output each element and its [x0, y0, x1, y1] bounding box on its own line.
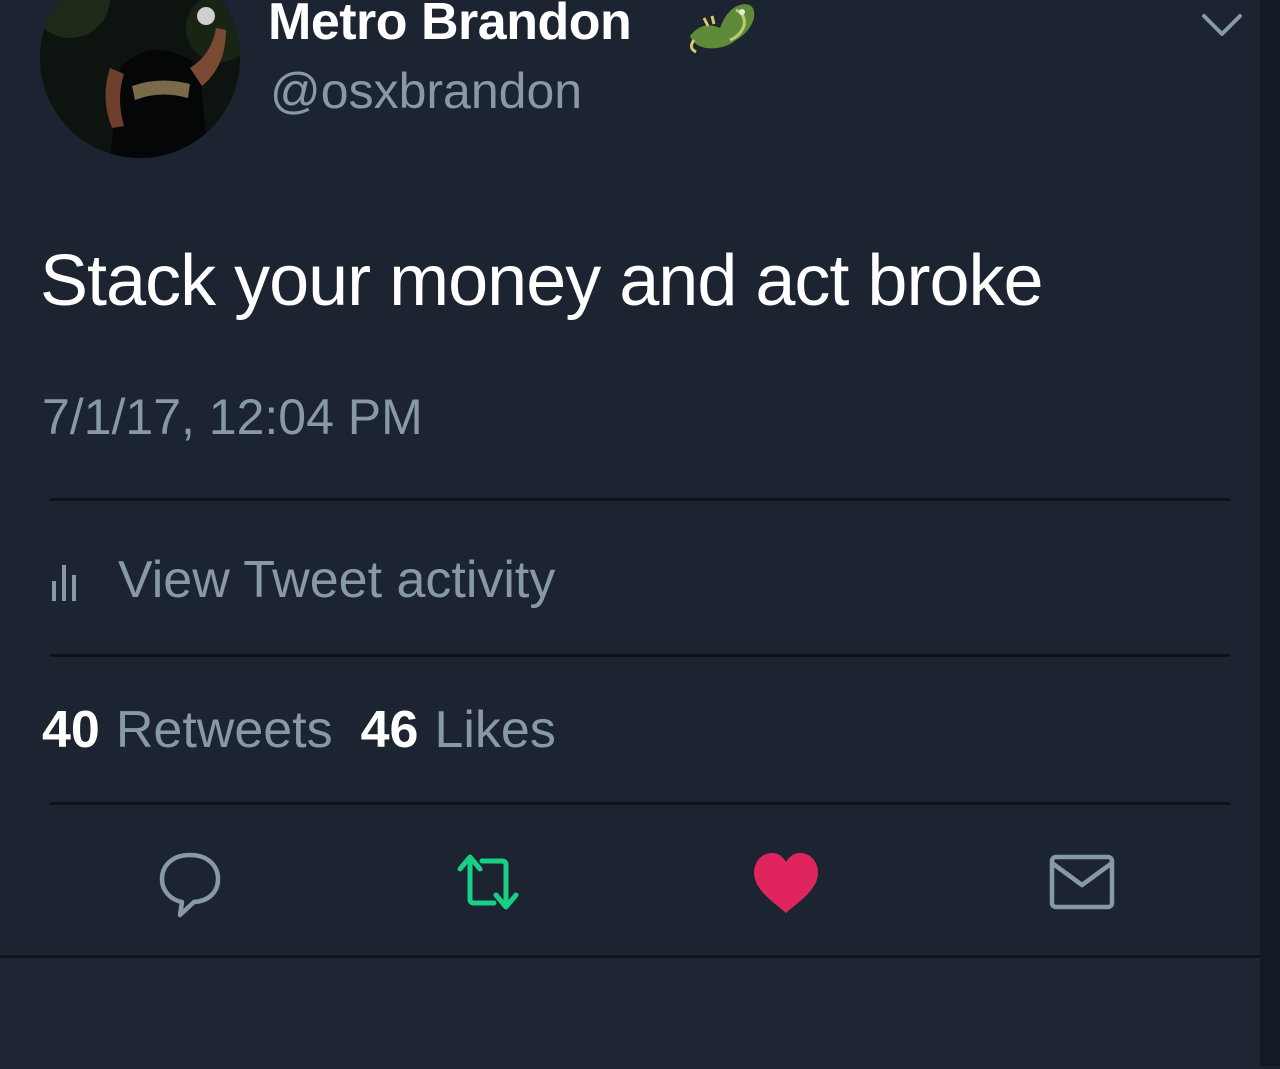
display-name[interactable]: Metro Brandon: [268, 0, 632, 52]
timeline-below: [0, 955, 1260, 1069]
view-tweet-activity-link[interactable]: View Tweet activity: [50, 540, 555, 620]
tweet-timestamp[interactable]: 7/1/17, 12:04 PM: [42, 388, 423, 446]
dragon-emoji-icon: [689, 4, 755, 54]
user-handle[interactable]: @osxbrandon: [270, 62, 582, 120]
avatar-photo-icon: [40, 0, 240, 158]
heart-icon[interactable]: [748, 845, 824, 921]
likes-stat[interactable]: 46 Likes: [361, 700, 556, 760]
view-tweet-activity-label: View Tweet activity: [118, 551, 556, 609]
retweets-stat[interactable]: 40 Retweets: [42, 700, 333, 760]
screen-edge: [1260, 0, 1280, 1066]
divider: [50, 802, 1230, 805]
reply-bubble-icon[interactable]: [152, 845, 228, 921]
retweet-icon[interactable]: [450, 845, 526, 921]
likes-count: 46: [360, 701, 419, 759]
tweet-text: Stack your money and act broke: [40, 241, 1044, 321]
bar-chart-icon: [52, 565, 76, 601]
divider: [50, 654, 1230, 657]
tweet-detail: Metro Brandon @osxbrandon Stack your mon…: [0, 0, 1260, 955]
envelope-icon[interactable]: [1044, 845, 1120, 921]
likes-label: Likes: [434, 701, 556, 759]
retweets-count: 40: [42, 701, 100, 759]
avatar[interactable]: [40, 0, 240, 158]
divider: [50, 498, 1230, 501]
engagement-stats: 40 Retweets 46 Likes: [42, 700, 556, 760]
chevron-down-icon[interactable]: [1200, 10, 1244, 40]
retweets-label: Retweets: [115, 701, 333, 759]
